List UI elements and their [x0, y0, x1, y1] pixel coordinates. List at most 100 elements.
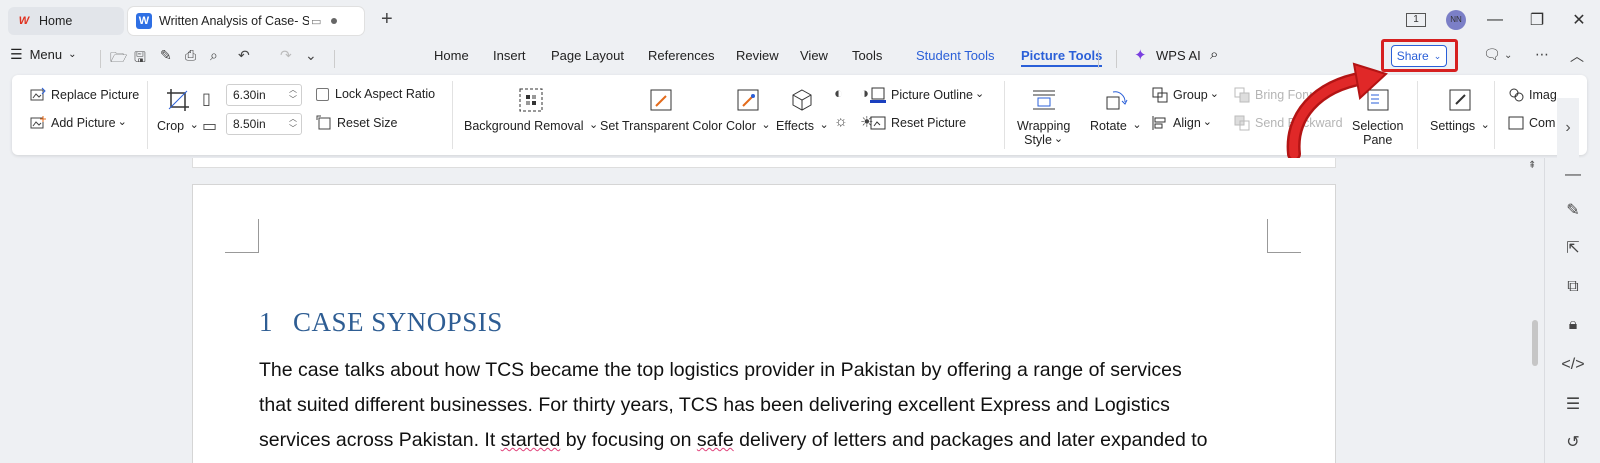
width-stepper[interactable]: ︿ ﹀ — [289, 85, 297, 105]
group-label: Group — [1173, 88, 1208, 102]
tab-document[interactable]: W Written Analysis of Case- Scien ▭ — [128, 7, 364, 35]
set-transparent-color-button[interactable]: Set Transparent Color — [600, 87, 722, 133]
increase-contrast-icon[interactable]: ◐ — [834, 85, 843, 102]
crop-mark-top-right — [1267, 219, 1301, 253]
rotate-label: Rotate — [1090, 119, 1127, 133]
reset-size-button[interactable]: Reset Size — [316, 115, 397, 131]
heading-case-synopsis[interactable]: 1 CASE SYNOPSIS — [259, 307, 503, 338]
close-icon[interactable]: ✕ — [1558, 10, 1600, 30]
group-button[interactable]: Group — [1152, 87, 1219, 103]
increase-brightness-icon[interactable]: ☼ — [834, 113, 848, 130]
compress-icon — [1508, 116, 1524, 130]
picture-outline-label: Picture Outline — [891, 88, 973, 102]
spellcheck-word: started — [500, 429, 561, 451]
color-label: Color — [726, 119, 756, 133]
pen-icon[interactable]: ✎ — [1559, 200, 1587, 224]
document-page[interactable]: 1 CASE SYNOPSIS The case talks about how … — [192, 184, 1336, 463]
rotate-button[interactable]: Rotate — [1090, 87, 1142, 133]
tab-home-menu[interactable]: Home — [434, 48, 469, 63]
align-label: Align — [1173, 116, 1201, 130]
collapse-ribbon-icon[interactable]: ︿ — [1570, 46, 1584, 66]
copy-icon[interactable]: ⧉ — [1559, 278, 1587, 302]
compress-partial-button[interactable]: Com — [1508, 115, 1555, 131]
tab-view[interactable]: View — [800, 48, 828, 63]
sliders-icon[interactable]: ☰ — [1559, 394, 1587, 418]
reset-picture-button[interactable]: Reset Picture — [870, 115, 966, 131]
tab-insert[interactable]: Insert — [493, 48, 526, 63]
rotate-icon — [1106, 91, 1128, 110]
lock-icon[interactable]: 🔒︎ — [1559, 316, 1587, 340]
height-value: 8.50in — [233, 117, 266, 131]
text-run: delivery of letters and packages and lat… — [733, 429, 1208, 451]
word-doc-icon: W — [136, 13, 152, 29]
add-picture-icon — [30, 116, 46, 129]
unsaved-dot-icon[interactable] — [331, 18, 338, 24]
new-tab-button[interactable]: + — [381, 8, 393, 31]
tab-page-layout[interactable]: Page Layout — [551, 48, 624, 63]
history-icon[interactable]: ↺ — [1559, 432, 1587, 456]
comment-icon[interactable]: 🗨 — [1483, 46, 1501, 63]
tab-review[interactable]: Review — [736, 48, 779, 63]
more-options-icon[interactable]: ⋯ — [1535, 46, 1549, 63]
tab-tools[interactable]: Tools — [852, 48, 882, 63]
image-partial-button[interactable]: Imag — [1508, 87, 1557, 103]
add-picture-button[interactable]: Add Picture — [30, 115, 127, 131]
set-transparent-label: Set Transparent Color — [600, 119, 723, 133]
image-partial-label: Imag — [1529, 88, 1557, 102]
tab-student-tools[interactable]: Student Tools — [916, 48, 995, 63]
effects-button[interactable]: Effects — [776, 87, 829, 133]
minimize-icon[interactable]: — — [1474, 11, 1516, 29]
ribbon-scroll-right-icon[interactable]: › — [1557, 98, 1579, 158]
code-icon[interactable]: </> — [1559, 356, 1587, 380]
replace-picture-label: Replace Picture — [51, 88, 140, 102]
collapse-sidebar-icon[interactable]: — — [1559, 166, 1587, 190]
tab-references[interactable]: References — [648, 48, 714, 63]
search-icon[interactable]: ⌕ — [1210, 46, 1218, 63]
height-icon: ▭ — [202, 118, 218, 135]
settings-button[interactable]: Settings — [1430, 87, 1490, 133]
settings-label: Settings — [1430, 119, 1476, 133]
wrapping-style-button[interactable]: Wrapping Style — [1017, 87, 1070, 148]
checkbox-icon — [316, 87, 329, 101]
paragraph-line: The case talks about how TCS became the … — [259, 359, 1182, 381]
send-backward-icon — [1234, 115, 1250, 131]
height-stepper[interactable]: ︿ ﹀ — [289, 114, 297, 134]
avatar[interactable]: NN — [1446, 10, 1466, 30]
color-icon — [737, 89, 759, 111]
body-paragraph[interactable]: The case talks about how TCS became the … — [259, 353, 1269, 458]
page-count-badge[interactable]: 1 — [1406, 13, 1426, 27]
chevron-down-icon[interactable]: ⌄ — [1504, 50, 1512, 61]
window-controls: 1 NN — ❐ ✕ — [1406, 0, 1600, 40]
crop-mark-top-left — [225, 219, 259, 253]
compress-partial-label: Com — [1529, 116, 1556, 130]
height-input[interactable]: 8.50in ︿ ﹀ — [226, 113, 302, 135]
replace-picture-button[interactable]: Replace Picture — [30, 87, 139, 103]
tab-document-label: Written Analysis of Case- Scien — [159, 14, 309, 28]
picture-outline-button[interactable]: Picture Outline — [870, 87, 984, 103]
decrease-contrast-icon[interactable]: ◑ — [860, 85, 869, 102]
tab-picture-tools[interactable]: Picture Tools — [1021, 48, 1103, 67]
replace-picture-icon — [30, 87, 46, 101]
color-button[interactable]: Color — [726, 87, 771, 133]
restore-icon[interactable]: ❐ — [1516, 10, 1558, 30]
width-input[interactable]: 6.30in ︿ ﹀ — [226, 84, 302, 106]
effects-label: Effects — [776, 119, 814, 133]
wps-ai-button[interactable]: WPS AI — [1156, 48, 1201, 63]
crop-label: Crop — [157, 119, 185, 133]
divider — [1116, 50, 1117, 68]
tab-home[interactable]: W Home — [8, 7, 124, 35]
divider — [452, 81, 453, 149]
background-removal-label: Background Removal — [464, 119, 584, 133]
divider — [1004, 81, 1005, 149]
scroll-up-icon[interactable]: ⇞ — [1528, 160, 1536, 171]
title-bar: W Home W Written Analysis of Case- Scien… — [0, 0, 1600, 40]
align-button[interactable]: Align — [1152, 115, 1212, 131]
background-removal-button[interactable]: Background Removal — [464, 87, 598, 133]
crop-button[interactable]: Crop — [157, 87, 199, 133]
select-cursor-icon[interactable]: ⇱ — [1559, 238, 1587, 262]
lock-aspect-ratio-checkbox[interactable]: Lock Aspect Ratio — [316, 87, 435, 101]
text-run: services across Pakistan. It — [259, 429, 501, 451]
reset-size-label: Reset Size — [337, 116, 398, 130]
vertical-scrollbar[interactable] — [1532, 320, 1538, 366]
right-sidebar: — ✎ ⇱ ⧉ 🔒︎ </> ☰ ↺ — [1544, 158, 1600, 463]
